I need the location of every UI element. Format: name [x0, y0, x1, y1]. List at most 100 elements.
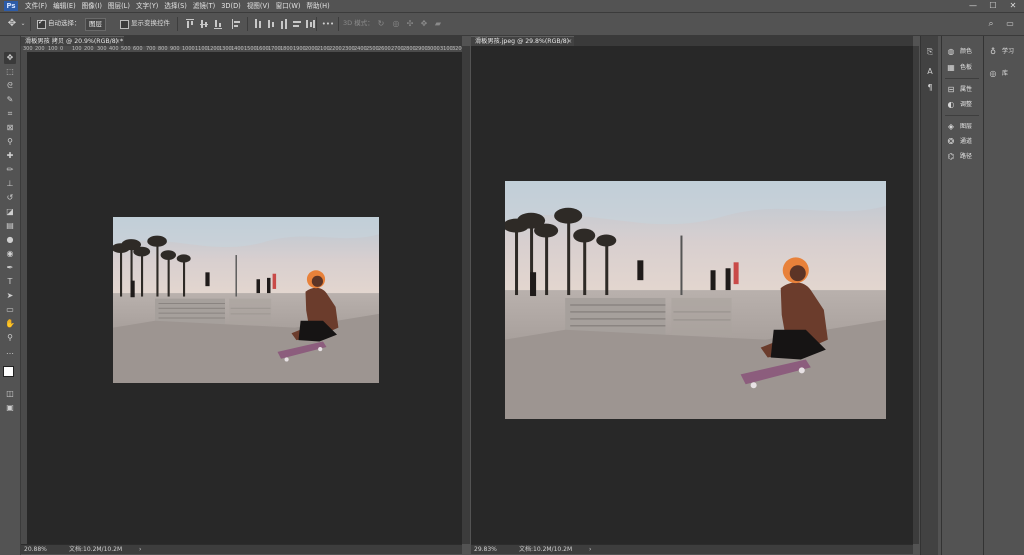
menu-filter[interactable]: 滤镜(T): [192, 1, 216, 11]
paragraph-icon[interactable]: ¶: [924, 82, 936, 94]
swatches-panel-label: 色板: [960, 64, 973, 71]
menu-window[interactable]: 窗口(W): [275, 1, 302, 11]
status-arrow-1[interactable]: ›: [139, 545, 141, 554]
distribute-bottom-icon[interactable]: [279, 18, 289, 30]
clone-stamp-tool-icon[interactable]: ⊥: [4, 178, 16, 190]
menu-select[interactable]: 选择(S): [163, 1, 188, 11]
crop-tool-icon[interactable]: ⌗: [4, 108, 16, 120]
character-icon[interactable]: A: [924, 66, 936, 78]
tab-bar-empty: [574, 36, 913, 46]
zoom-tool-icon[interactable]: ⚲: [4, 332, 16, 344]
align-left-icon[interactable]: [231, 18, 241, 30]
3d-slide-icon: ✥: [420, 19, 428, 28]
maximize-button[interactable]: ☐: [986, 0, 1000, 12]
eyedropper-tool-icon[interactable]: ⚲: [4, 136, 16, 148]
properties-panel-label: 属性: [960, 86, 973, 93]
distribute-left-icon[interactable]: [292, 18, 302, 30]
menu-layer[interactable]: 图层(L): [107, 1, 131, 11]
lasso-tool-icon[interactable]: ᘓ: [4, 80, 16, 92]
3d-orbit-icon: ↻: [377, 19, 385, 28]
skater-photo[interactable]: [505, 181, 886, 419]
more-tools-icon[interactable]: …: [4, 346, 16, 358]
gradient-tool-icon[interactable]: ▤: [4, 220, 16, 232]
3d-pan-icon: ✣: [406, 19, 414, 28]
3d-mode-label: 3D 模式：: [343, 19, 374, 27]
type-tool-icon[interactable]: T: [4, 276, 16, 288]
minimize-button[interactable]: —: [966, 0, 980, 12]
paths-panel-label: 路径: [960, 153, 973, 160]
separator: [30, 17, 31, 31]
menu-edit[interactable]: 编辑(E): [52, 1, 77, 11]
foreground-color-swatch[interactable]: [3, 366, 14, 377]
zoom-level-2[interactable]: 29.83%: [474, 545, 497, 554]
options-bar: ✥ ⌄ 自动选择： 图层 显示变换控件 ••• 3D 模式： ↻ ◎ ✣ ✥ ▰…: [0, 13, 1024, 36]
blur-tool-icon[interactable]: ●: [4, 234, 16, 246]
panel-divider: [945, 78, 979, 79]
auto-select-target-dropdown[interactable]: 图层: [85, 18, 106, 31]
dodge-tool-icon[interactable]: ◉: [4, 248, 16, 260]
search-icon[interactable]: ⌕: [986, 18, 996, 30]
zoom-level-1[interactable]: 20.88%: [24, 545, 47, 554]
pen-tool-icon[interactable]: ✒: [4, 262, 16, 274]
rectangle-tool-icon[interactable]: ▭: [4, 304, 16, 316]
skater-photo-copy[interactable]: [113, 217, 379, 383]
close-button[interactable]: ✕: [1006, 0, 1020, 12]
menu-3d[interactable]: 3D(D): [220, 1, 242, 11]
marquee-tool-icon[interactable]: ⬚: [4, 66, 16, 78]
path-select-tool-icon[interactable]: ➤: [4, 290, 16, 302]
layers-icon: ◈: [947, 122, 955, 131]
brush-tool-icon[interactable]: ✏: [4, 164, 16, 176]
channels-icon: ❂: [947, 137, 955, 146]
menu-help[interactable]: 帮助(H): [305, 1, 330, 11]
auto-select-checkbox[interactable]: [37, 18, 46, 29]
distribute-top-icon[interactable]: [253, 18, 263, 30]
healing-brush-tool-icon[interactable]: ✚: [4, 150, 16, 162]
history-icon[interactable]: ⎘: [924, 46, 936, 58]
hand-tool-icon[interactable]: ✋: [4, 318, 16, 330]
distribute-vcenter-icon[interactable]: [266, 18, 276, 30]
workspace-icon[interactable]: ▭: [1004, 18, 1016, 30]
status-bar-1: 20.88% 文档:10.2M/10.2M ›: [21, 544, 462, 554]
screen-mode-icon[interactable]: ▣: [4, 402, 16, 414]
tab-bar-empty: [124, 36, 462, 46]
move-tool-preset-icon[interactable]: ✥: [6, 18, 18, 30]
quick-mask-icon[interactable]: ◫: [4, 388, 16, 400]
skater-photo-graphic: [505, 181, 886, 419]
skater-photo-copy-graphic: [113, 217, 379, 383]
status-arrow-2[interactable]: ›: [589, 545, 591, 554]
menu-bar: Ps 文件(F) 编辑(E) 图像(I) 图层(L) 文字(Y) 选择(S) 滤…: [0, 0, 1024, 13]
show-transform-checkbox[interactable]: [120, 20, 129, 29]
channels-panel-label: 通道: [960, 138, 973, 145]
menu-type[interactable]: 文字(Y): [135, 1, 159, 11]
libraries-icon: ◎: [989, 69, 997, 78]
menu-view[interactable]: 视图(V): [246, 1, 271, 11]
color-panel-label: 颜色: [960, 48, 973, 55]
align-vcenter-icon[interactable]: [199, 18, 209, 30]
vertical-scrollbar-1[interactable]: [462, 46, 470, 544]
document-info-2: 文档:10.2M/10.2M: [519, 546, 573, 553]
vertical-scrollbar-2[interactable]: [913, 46, 919, 544]
move-tool-icon[interactable]: ✥: [4, 52, 16, 64]
tools-panel: ✥ ⬚ ᘓ ✎ ⌗ ⊠ ⚲ ✚ ✏ ⊥ ↺ ◪ ▤ ● ◉ ✒ T ➤ ▭ ✋ …: [0, 36, 21, 555]
align-bottom-icon[interactable]: [213, 18, 223, 30]
document-info-1: 文档:10.2M/10.2M: [69, 546, 123, 553]
show-transform-label: 显示变换控件: [131, 19, 170, 27]
panel-strip-learn: ♁ 学习 ◎ 库: [983, 36, 1024, 555]
eraser-tool-icon[interactable]: ◪: [4, 206, 16, 218]
more-options-button[interactable]: •••: [321, 18, 335, 30]
menu-file[interactable]: 文件(F): [24, 1, 48, 11]
separator: [177, 17, 178, 31]
layers-panel-label: 图层: [960, 123, 973, 130]
distribute-hcenter-icon[interactable]: [305, 18, 315, 30]
chevron-down-icon[interactable]: ⌄: [20, 18, 26, 30]
quick-select-tool-icon[interactable]: ✎: [4, 94, 16, 106]
panel-strip-history: ⎘ A ¶: [920, 36, 938, 555]
menu-image[interactable]: 图像(I): [81, 1, 103, 11]
swatches-icon: ▦: [947, 63, 955, 72]
libraries-panel-label: 库: [1002, 70, 1009, 77]
frame-tool-icon[interactable]: ⊠: [4, 122, 16, 134]
history-brush-tool-icon[interactable]: ↺: [4, 192, 16, 204]
align-top-icon[interactable]: [185, 18, 195, 30]
properties-icon: ⊟: [947, 85, 955, 94]
adjustments-icon: ◐: [947, 100, 955, 109]
